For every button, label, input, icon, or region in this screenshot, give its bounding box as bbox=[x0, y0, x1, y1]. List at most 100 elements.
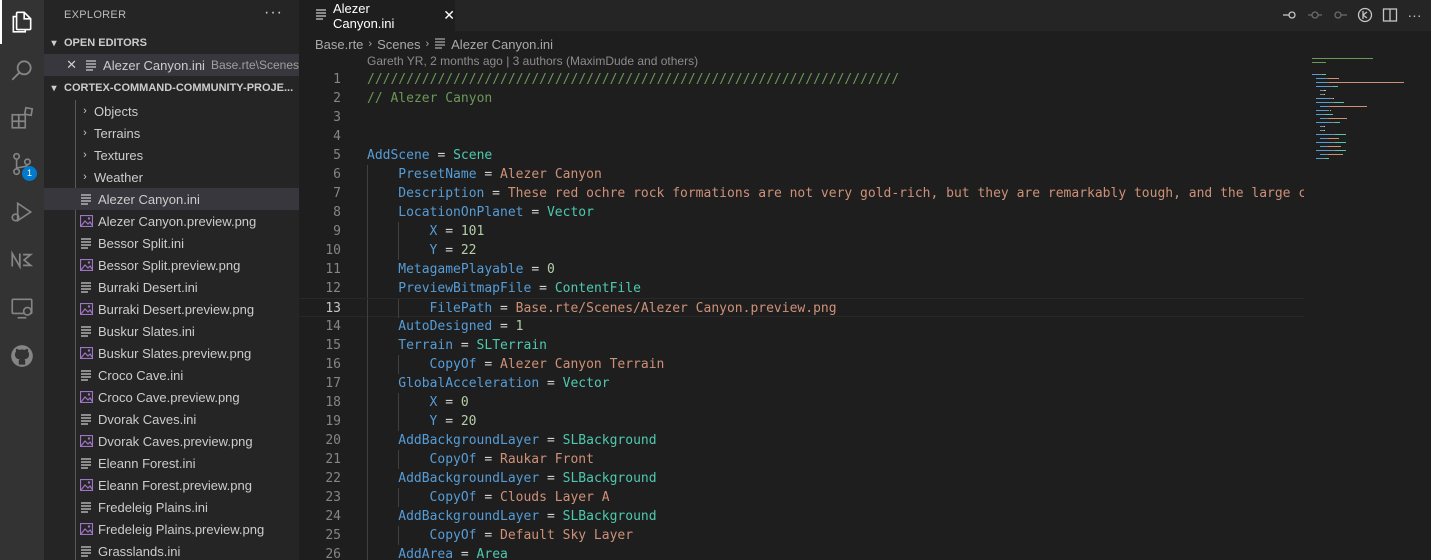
code-line[interactable]: 2 // Alezer Canyon bbox=[299, 89, 1304, 108]
timeline-icon[interactable] bbox=[1356, 5, 1373, 25]
file-item[interactable]: Bessor Split.ini bbox=[44, 232, 299, 254]
file-item[interactable]: Alezer Canyon.ini bbox=[44, 188, 299, 210]
activity-bar: 1 bbox=[0, 0, 44, 560]
image-file-icon bbox=[78, 433, 94, 449]
run-debug-icon[interactable] bbox=[0, 190, 44, 234]
indent-guide bbox=[367, 165, 368, 184]
previous-change-icon[interactable] bbox=[1306, 5, 1323, 25]
github-icon[interactable] bbox=[0, 334, 44, 378]
code-text: AddBackgroundLayer = SLBackground bbox=[398, 431, 656, 450]
code-token: = bbox=[539, 433, 563, 448]
file-item[interactable]: Buskur Slates.ini bbox=[44, 320, 299, 342]
code-line[interactable]: 20 AddBackgroundLayer = SLBackground bbox=[299, 431, 1304, 450]
tab-label: Alezer Canyon.ini bbox=[333, 0, 395, 31]
file-item[interactable]: Bessor Split.preview.png bbox=[44, 254, 299, 276]
code-line[interactable]: 21 CopyOf = Raukar Front bbox=[299, 450, 1304, 469]
code-line[interactable]: 8 LocationOnPlanet = Vector bbox=[299, 203, 1304, 222]
minimap-line bbox=[1334, 122, 1341, 123]
code-line[interactable]: 23 CopyOf = Clouds Layer A bbox=[299, 488, 1304, 507]
code-view[interactable]: 1 ///////////////////////////////////////… bbox=[299, 70, 1304, 560]
file-item[interactable]: Grasslands.ini bbox=[44, 540, 299, 560]
tab-alezer-canyon[interactable]: Alezer Canyon.ini ✕ bbox=[299, 0, 455, 31]
file-item[interactable]: Buskur Slates.preview.png bbox=[44, 342, 299, 364]
breadcrumb-item[interactable]: Base.rte bbox=[315, 37, 363, 52]
file-item[interactable]: Alezer Canyon.preview.png bbox=[44, 210, 299, 232]
project-header[interactable]: ▾ CORTEX-COMMAND-COMMUNITY-PROJE... bbox=[44, 77, 299, 99]
code-line[interactable]: 25 CopyOf = Default Sky Layer bbox=[299, 526, 1304, 545]
notebook-icon[interactable] bbox=[0, 238, 44, 282]
code-line[interactable]: 17 GlobalAcceleration = Vector bbox=[299, 374, 1304, 393]
code-token: These red ochre rock formations are not … bbox=[507, 186, 1304, 201]
folder-item[interactable]: › Textures bbox=[44, 144, 299, 166]
file-item[interactable]: Croco Cave.preview.png bbox=[44, 386, 299, 408]
breadcrumb-item[interactable]: Scenes bbox=[377, 37, 420, 52]
next-change-icon[interactable] bbox=[1331, 5, 1348, 25]
code-line[interactable]: 1 ///////////////////////////////////////… bbox=[299, 70, 1304, 89]
explorer-icon[interactable] bbox=[0, 0, 44, 44]
git-blame-annotation[interactable]: Gareth YR, 2 months ago | 3 authors (Max… bbox=[367, 54, 698, 68]
file-item[interactable]: Dvorak Caves.preview.png bbox=[44, 430, 299, 452]
code-line[interactable]: 26 AddArea = Area bbox=[299, 545, 1304, 560]
minimap-line bbox=[1327, 78, 1340, 79]
code-line[interactable]: 14 AutoDesigned = 1 bbox=[299, 317, 1304, 336]
extensions-icon[interactable] bbox=[0, 96, 44, 140]
code-token: CopyOf bbox=[429, 357, 477, 372]
code-line[interactable]: 15 Terrain = SLTerrain bbox=[299, 336, 1304, 355]
more-actions-icon[interactable]: ··· bbox=[1406, 5, 1423, 25]
file-item[interactable]: Croco Cave.ini bbox=[44, 364, 299, 386]
code-line[interactable]: 16 CopyOf = Alezer Canyon Terrain bbox=[299, 355, 1304, 374]
search-icon[interactable] bbox=[0, 48, 44, 92]
code-token: ContentFile bbox=[554, 281, 641, 296]
file-item[interactable]: Burraki Desert.ini bbox=[44, 276, 299, 298]
code-token: = bbox=[437, 243, 461, 258]
file-item[interactable]: Dvorak Caves.ini bbox=[44, 408, 299, 430]
code-line[interactable]: 11 MetagamePlayable = 0 bbox=[299, 260, 1304, 279]
code-text: AddArea = Area bbox=[398, 545, 508, 560]
file-ini-icon bbox=[78, 235, 94, 251]
code-line[interactable]: 6 PresetName = Alezer Canyon bbox=[299, 165, 1304, 184]
code-token: Alezer Canyon Terrain bbox=[500, 357, 665, 372]
folder-item[interactable]: › Terrains bbox=[44, 122, 299, 144]
breadcrumb-item[interactable]: Alezer Canyon.ini bbox=[451, 37, 553, 52]
folder-item[interactable]: › Objects bbox=[44, 100, 299, 122]
code-line[interactable]: 3 bbox=[299, 108, 1304, 127]
code-line[interactable]: 12 PreviewBitmapFile = ContentFile bbox=[299, 279, 1304, 298]
close-icon[interactable]: ✕ bbox=[443, 7, 455, 24]
open-editor-item[interactable]: ✕ Alezer Canyon.ini Base.rte\Scenes bbox=[44, 54, 299, 76]
code-line[interactable]: 10 Y = 22 bbox=[299, 241, 1304, 260]
code-token: MetagamePlayable bbox=[398, 262, 524, 277]
source-control-icon[interactable]: 1 bbox=[0, 142, 44, 186]
image-file-icon bbox=[78, 301, 94, 317]
more-actions-icon[interactable]: ··· bbox=[264, 4, 283, 22]
open-changes-icon[interactable] bbox=[1281, 5, 1298, 25]
indent-guide bbox=[398, 222, 400, 241]
folder-item[interactable]: › Weather bbox=[44, 166, 299, 188]
code-line[interactable]: 9 X = 101 bbox=[299, 222, 1304, 241]
code-token: AutoDesigned bbox=[398, 319, 493, 334]
file-item[interactable]: Fredeleig Plains.ini bbox=[44, 496, 299, 518]
code-line[interactable]: 13 FilePath = Base.rte/Scenes/Alezer Cany… bbox=[299, 298, 1304, 318]
line-number: 17 bbox=[325, 376, 341, 391]
code-token: AddBackgroundLayer bbox=[398, 433, 540, 448]
open-editors-header[interactable]: ▾ OPEN EDITORS bbox=[44, 32, 299, 54]
code-line[interactable]: 19 Y = 20 bbox=[299, 412, 1304, 431]
file-item[interactable]: Eleann Forest.preview.png bbox=[44, 474, 299, 496]
file-item[interactable]: Eleann Forest.ini bbox=[44, 452, 299, 474]
file-item[interactable]: Burraki Desert.preview.png bbox=[44, 298, 299, 320]
code-line[interactable]: 5 AddScene = Scene bbox=[299, 146, 1304, 165]
vertical-scrollbar[interactable] bbox=[1417, 54, 1431, 560]
split-editor-icon[interactable] bbox=[1381, 5, 1398, 25]
minimap-line bbox=[1325, 158, 1329, 159]
code-token: Clouds Layer A bbox=[500, 490, 610, 505]
code-line[interactable]: 7 Description = These red ochre rock form… bbox=[299, 184, 1304, 203]
minimap[interactable] bbox=[1304, 54, 1417, 560]
minimap-line bbox=[1323, 126, 1325, 127]
remote-explorer-icon[interactable] bbox=[0, 286, 44, 330]
project-label: CORTEX-COMMAND-COMMUNITY-PROJE... bbox=[64, 82, 294, 94]
close-icon[interactable]: ✕ bbox=[66, 57, 77, 73]
file-item[interactable]: Fredeleig Plains.preview.png bbox=[44, 518, 299, 540]
code-line[interactable]: 4 bbox=[299, 127, 1304, 146]
code-line[interactable]: 18 X = 0 bbox=[299, 393, 1304, 412]
code-line[interactable]: 24 AddBackgroundLayer = SLBackground bbox=[299, 507, 1304, 526]
code-line[interactable]: 22 AddBackgroundLayer = SLBackground bbox=[299, 469, 1304, 488]
